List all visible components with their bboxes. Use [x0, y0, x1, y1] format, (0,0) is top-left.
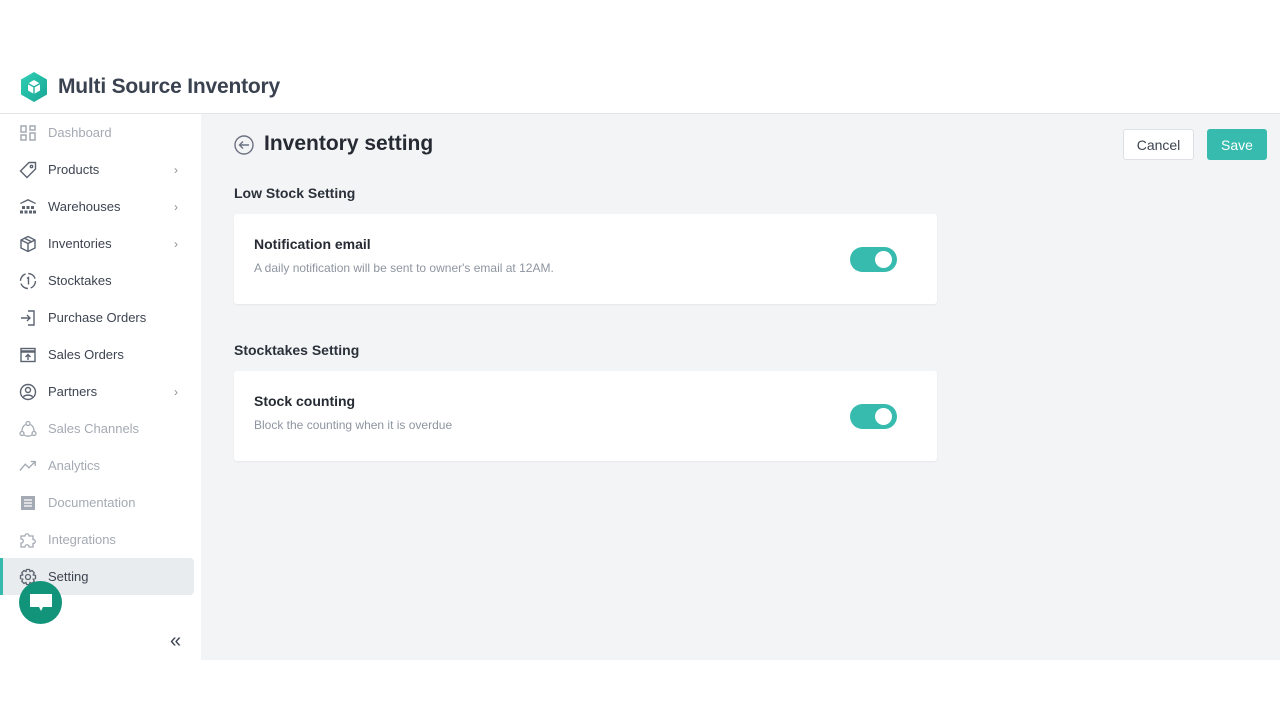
chevron-right-icon: ›	[174, 162, 178, 177]
sidebar-item-analytics[interactable]: Analytics	[0, 447, 194, 484]
main-content: Inventory setting Cancel Save Low Stock …	[201, 114, 1280, 660]
sidebar-item-label: Inventories	[48, 236, 112, 251]
card-description: Block the counting when it is overdue	[254, 418, 453, 432]
save-button[interactable]: Save	[1207, 129, 1267, 160]
setting-card-stock-counting: Stock counting Block the counting when i…	[234, 371, 937, 461]
chevron-right-icon: ›	[174, 384, 178, 399]
section-title-stocktakes: Stocktakes Setting	[234, 342, 360, 358]
sidebar-item-label: Dashboard	[48, 125, 112, 140]
page-title: Inventory setting	[264, 132, 434, 155]
sidebar-item-label: Products	[48, 162, 100, 177]
box-icon	[19, 235, 37, 253]
sidebar-item-label: Warehouses	[48, 199, 121, 214]
sidebar: Dashboard Products › Warehouses › Invent…	[0, 114, 201, 660]
sidebar-item-label: Purchase Orders	[48, 310, 147, 325]
channels-icon	[19, 420, 37, 438]
cancel-button[interactable]: Cancel	[1123, 129, 1194, 160]
card-title: Stock counting	[254, 393, 356, 409]
sidebar-item-documentation[interactable]: Documentation	[0, 484, 194, 521]
sidebar-item-sales-orders[interactable]: Sales Orders	[0, 336, 194, 373]
sidebar-item-label: Integrations	[48, 532, 116, 547]
puzzle-icon	[19, 531, 37, 549]
user-circle-icon	[19, 383, 37, 401]
collapse-sidebar-button[interactable]: «	[170, 630, 181, 653]
tag-icon	[19, 161, 37, 179]
chevron-right-icon: ›	[174, 236, 178, 251]
sidebar-item-label: Sales Orders	[48, 347, 124, 362]
sidebar-item-partners[interactable]: Partners ›	[0, 373, 194, 410]
sidebar-item-products[interactable]: Products ›	[0, 151, 194, 188]
sidebar-item-inventories[interactable]: Inventories ›	[0, 225, 194, 262]
sidebar-item-label: Documentation	[48, 495, 136, 510]
warehouse-icon	[19, 198, 37, 216]
sidebar-item-sales-channels[interactable]: Sales Channels	[0, 410, 194, 447]
chevron-right-icon: ›	[174, 199, 178, 214]
sidebar-item-stocktakes[interactable]: Stocktakes	[0, 262, 194, 299]
sidebar-item-label: Partners	[48, 384, 98, 399]
app-title: Multi Source Inventory	[58, 74, 280, 98]
sidebar-item-dashboard[interactable]: Dashboard	[0, 114, 194, 151]
sidebar-item-label: Sales Channels	[48, 421, 140, 436]
stocktake-icon	[19, 272, 37, 290]
stock-counting-toggle[interactable]	[850, 404, 897, 429]
card-title: Notification email	[254, 236, 371, 252]
grid-icon	[19, 124, 37, 142]
card-description: A daily notification will be sent to own…	[254, 261, 554, 275]
section-title-low-stock: Low Stock Setting	[234, 185, 356, 201]
chat-bubble-icon	[29, 593, 52, 611]
sidebar-item-label: Stocktakes	[48, 273, 112, 288]
toggle-knob	[875, 408, 892, 425]
trend-icon	[19, 457, 37, 475]
sidebar-item-integrations[interactable]: Integrations	[0, 521, 194, 558]
upload-icon	[19, 346, 37, 364]
app-logo-icon	[21, 71, 47, 102]
import-icon	[19, 309, 37, 327]
sidebar-item-purchase-orders[interactable]: Purchase Orders	[0, 299, 194, 336]
notification-email-toggle[interactable]	[850, 247, 897, 272]
sidebar-item-warehouses[interactable]: Warehouses ›	[0, 188, 194, 225]
sidebar-item-label: Analytics	[48, 458, 101, 473]
setting-card-notification-email: Notification email A daily notification …	[234, 214, 937, 304]
back-arrow-icon[interactable]	[234, 135, 254, 155]
sidebar-item-label: Setting	[48, 569, 89, 584]
document-icon	[19, 494, 37, 512]
toggle-knob	[875, 251, 892, 268]
chat-button[interactable]	[19, 581, 62, 624]
app-header: Multi Source Inventory	[0, 60, 1280, 114]
